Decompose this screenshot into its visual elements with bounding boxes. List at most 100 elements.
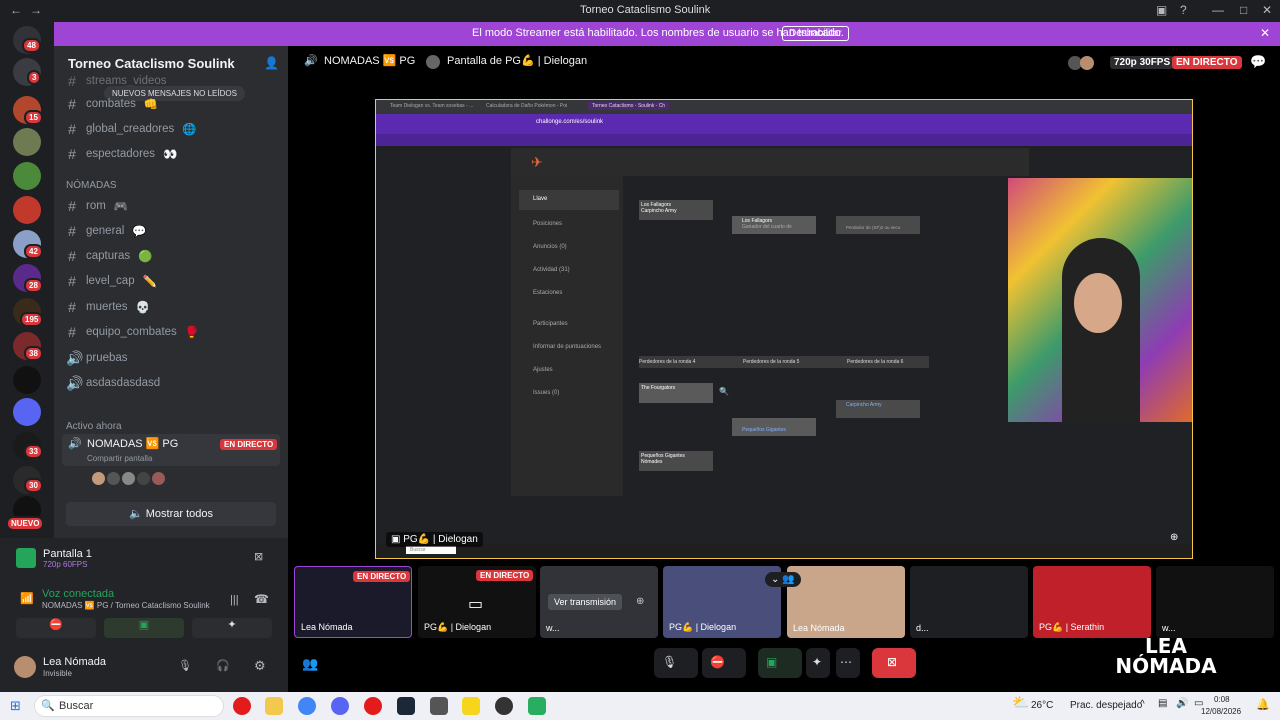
show-all-button[interactable]: 🔈 Mostrar todos bbox=[66, 502, 276, 526]
participant-tile[interactable]: EN DIRECTO Lea Nómada bbox=[294, 566, 412, 638]
server-name[interactable]: Torneo Cataclismo Soulink bbox=[68, 56, 235, 71]
opera-icon[interactable] bbox=[364, 697, 382, 715]
clock-time[interactable]: 0:08 bbox=[1214, 695, 1230, 704]
nav-item[interactable]: Posiciones bbox=[533, 221, 562, 227]
server-icon[interactable] bbox=[13, 162, 41, 190]
windows-start-icon[interactable]: ⊞ bbox=[10, 698, 21, 714]
headphones-icon[interactable]: 🎧 bbox=[216, 659, 230, 672]
back-arrow-icon[interactable]: ← bbox=[10, 3, 22, 17]
disconnect-icon[interactable]: ☎ bbox=[254, 592, 269, 606]
participant-tile[interactable]: Lea Nómada bbox=[787, 566, 905, 638]
settings-icon[interactable]: ⚙ bbox=[254, 658, 266, 674]
add-member-icon[interactable]: 👤 bbox=[264, 56, 279, 70]
category-nomadas[interactable]: NÓMADAS bbox=[66, 180, 117, 191]
zoom-icon[interactable]: ⊕ bbox=[1170, 532, 1178, 543]
minimize-icon[interactable]: — bbox=[1212, 3, 1224, 17]
activities-button[interactable]: ✦ bbox=[806, 648, 830, 678]
active-voice-channel[interactable]: 🔊 NOMADAS 🆚 PG EN DIRECTO Compartir pant… bbox=[62, 434, 280, 466]
nav-llave[interactable]: Llave bbox=[519, 190, 619, 210]
maximize-icon[interactable]: □ bbox=[1240, 3, 1247, 17]
channel-rom[interactable]: # rom 🎮 bbox=[66, 195, 128, 217]
voice-channel-asdasd[interactable]: 🔊 asdasdasdasd bbox=[66, 372, 160, 394]
mute-button[interactable]: 🎙 bbox=[654, 648, 698, 678]
participant-tile[interactable]: PG💪 | Serathin bbox=[1033, 566, 1151, 638]
participant-tile[interactable]: w... bbox=[1156, 566, 1274, 638]
channel-espectadores[interactable]: # espectadores 👀 bbox=[66, 143, 177, 165]
avatar[interactable] bbox=[14, 656, 36, 678]
vpn-icon[interactable] bbox=[528, 697, 546, 715]
match-box[interactable]: The Fourgators bbox=[639, 383, 713, 403]
search-icon[interactable]: 🔍 bbox=[719, 387, 729, 396]
chat-icon[interactable]: 💬 bbox=[1250, 54, 1266, 70]
channel-capturas[interactable]: # capturas 🟢 bbox=[66, 245, 152, 267]
taskbar-search[interactable]: 🔍 Buscar bbox=[34, 695, 224, 717]
nav-item[interactable]: Informar de puntuaciones bbox=[533, 344, 601, 350]
nav-item[interactable]: Participantes bbox=[533, 321, 568, 327]
server-icon[interactable] bbox=[13, 196, 41, 224]
nav-item[interactable]: Issues (0) bbox=[533, 390, 559, 396]
channel-level-cap[interactable]: # level_cap ✏️ bbox=[66, 270, 157, 292]
stop-stream-icon[interactable]: ⊠ bbox=[254, 550, 263, 563]
participant-tile[interactable]: PG💪 | Dielogan bbox=[663, 566, 781, 638]
disable-button[interactable]: Deshabilitar bbox=[782, 26, 849, 41]
close-icon[interactable]: ✕ bbox=[1260, 26, 1270, 40]
server-icon[interactable] bbox=[13, 366, 41, 394]
chrome-icon[interactable] bbox=[298, 697, 316, 715]
obs-icon[interactable] bbox=[495, 697, 513, 715]
participant-avatars[interactable] bbox=[92, 472, 165, 485]
notifications-icon[interactable]: 🔔 bbox=[1256, 698, 1270, 711]
match-box[interactable]: Carpincho Army bbox=[836, 400, 920, 418]
collapse-participants-icon[interactable]: ⌄ 👥 bbox=[765, 572, 801, 587]
network-icon[interactable]: ▤ bbox=[1158, 698, 1167, 709]
clock-date[interactable]: 12/08/2026 bbox=[1201, 707, 1241, 716]
shared-screen[interactable]: Team Dielogan vs. Team sosebas - ... Cal… bbox=[375, 99, 1193, 559]
weather-temp[interactable]: 26°C bbox=[1031, 700, 1053, 711]
share-screen-button[interactable]: ▣ bbox=[104, 618, 184, 638]
nav-item[interactable]: Estaciones bbox=[533, 290, 562, 296]
video-off-button[interactable]: ⛔ bbox=[16, 618, 96, 638]
discord-icon[interactable] bbox=[331, 697, 349, 715]
noise-suppression-icon[interactable]: ||| bbox=[230, 594, 239, 606]
browser-tab[interactable]: Team Dielogan vs. Team sosebas - ... bbox=[390, 103, 473, 109]
popout-icon[interactable]: ⊕ bbox=[636, 596, 644, 607]
activities-button[interactable]: ✦ bbox=[192, 618, 272, 638]
more-button[interactable]: ⋯ bbox=[836, 648, 860, 678]
watch-stream-button[interactable]: Ver transmisión bbox=[548, 594, 623, 610]
participant-tile[interactable]: Ver transmisión ⊕ w... bbox=[540, 566, 658, 638]
volume-icon[interactable]: 🔊 bbox=[1176, 698, 1188, 709]
channel-combates[interactable]: # combates 👊 bbox=[66, 93, 158, 115]
voice-channel-pruebas[interactable]: 🔊 pruebas bbox=[66, 347, 128, 369]
weather-desc[interactable]: Prac. despejado bbox=[1070, 700, 1142, 711]
invite-icon[interactable]: 👥 bbox=[302, 656, 318, 672]
help-icon[interactable]: ? bbox=[1180, 3, 1187, 17]
channel-muertes[interactable]: # muertes 💀 bbox=[66, 296, 150, 318]
app-icon[interactable] bbox=[462, 697, 480, 715]
nav-item[interactable]: Anuncios (0) bbox=[533, 244, 567, 250]
channel-equipo-combates[interactable]: # equipo_combates 🥊 bbox=[66, 321, 199, 343]
nav-item[interactable]: Ajustes bbox=[533, 367, 553, 373]
forward-arrow-icon[interactable]: → bbox=[30, 3, 42, 17]
browser-tab-active[interactable]: Torneo Cataclismo - Soulink - Ch bbox=[588, 102, 670, 110]
tray-chevron-icon[interactable]: ^ bbox=[1140, 699, 1145, 710]
match-box[interactable]: Pequeños Gigantes bbox=[732, 418, 816, 436]
match-box[interactable]: Los Fallagors Carpincho Army bbox=[639, 200, 713, 220]
microphone-icon[interactable]: 🎙 bbox=[178, 659, 192, 672]
browser-tab[interactable]: Calculadora de Daño Pokémon - Poi bbox=[486, 103, 567, 109]
close-window-icon[interactable]: ✕ bbox=[1262, 3, 1272, 17]
channel-global-creadores[interactable]: # global_creadores 🌐 bbox=[66, 118, 196, 140]
match-box[interactable]: Pequeños Gigantes Nómades bbox=[639, 451, 713, 471]
server-icon[interactable] bbox=[13, 128, 41, 156]
steam-icon[interactable] bbox=[397, 697, 415, 715]
participant-tile[interactable]: EN DIRECTO ▭ PG💪 | Dielogan bbox=[418, 566, 536, 638]
url-bar[interactable]: challonge.com/es/soulink bbox=[536, 119, 603, 125]
settings-icon[interactable] bbox=[430, 697, 448, 715]
leave-call-button[interactable]: ⊠ bbox=[872, 648, 916, 678]
opera-icon[interactable] bbox=[233, 697, 251, 715]
voice-location[interactable]: NOMADAS 🆚 PG / Torneo Cataclismo Soulink bbox=[42, 601, 210, 610]
user-name[interactable]: Lea Nómada bbox=[43, 656, 106, 668]
match-box[interactable]: Perdedor de (SF)2 ou seco bbox=[836, 216, 920, 234]
camera-button[interactable]: ⛔ bbox=[702, 648, 746, 678]
share-screen-button[interactable]: ▣ bbox=[758, 648, 802, 678]
inbox-icon[interactable]: ▣ bbox=[1156, 3, 1167, 17]
participant-tile[interactable]: d... bbox=[910, 566, 1028, 638]
